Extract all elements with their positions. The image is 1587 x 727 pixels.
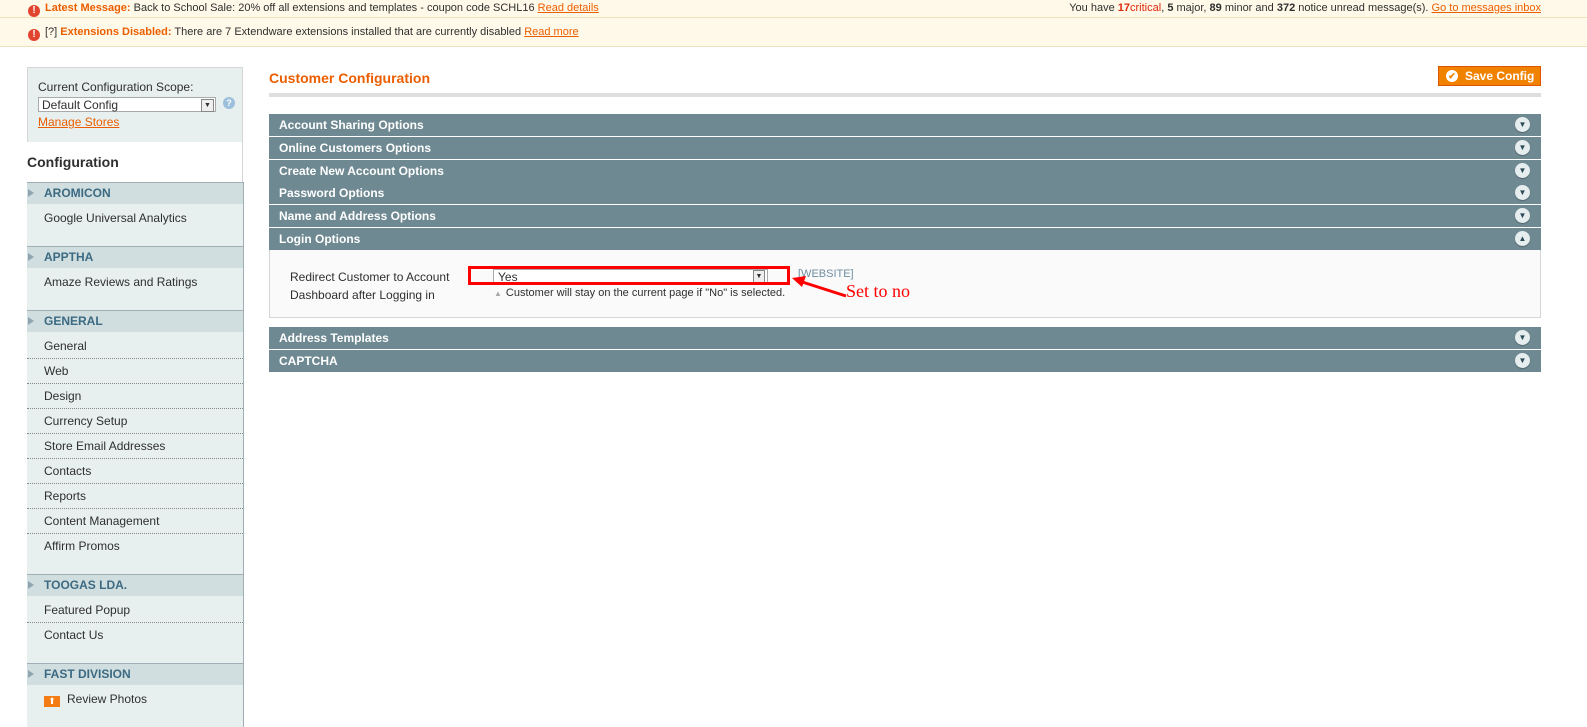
notice-count: 372 bbox=[1276, 2, 1296, 14]
sidebar-group-toogas[interactable]: TOOGAS LDA. bbox=[27, 574, 243, 596]
alert-icon: ! bbox=[28, 29, 40, 41]
collapse-icon[interactable]: ▲ bbox=[1515, 231, 1530, 246]
redirect-field-label: Redirect Customer to Account Dashboard a… bbox=[290, 270, 450, 302]
expand-icon[interactable]: ▼ bbox=[1515, 140, 1530, 155]
sidebar-group: FAST DIVISION ⬆ Review Photos bbox=[27, 663, 243, 727]
sidebar-item[interactable]: Design bbox=[27, 384, 243, 409]
major-count: 5 bbox=[1167, 2, 1174, 14]
read-more-link[interactable]: Read more bbox=[524, 26, 578, 38]
save-config-button[interactable]: ✔ Save Config bbox=[1438, 66, 1541, 86]
minor-count: 89 bbox=[1209, 2, 1222, 14]
sidebar-item[interactable]: Content Management bbox=[27, 509, 243, 534]
sidebar-group: TOOGAS LDA. Featured Popup Contact Us bbox=[27, 574, 243, 663]
latest-message-label: Latest Message: bbox=[45, 2, 131, 14]
sidebar-title: Configuration bbox=[27, 142, 243, 182]
section-online-customers[interactable]: Online Customers Options ▼ bbox=[269, 137, 1541, 159]
messages-inbox-link[interactable]: Go to messages inbox bbox=[1432, 2, 1541, 14]
section-create-account[interactable]: Create New Account Options ▼ bbox=[269, 160, 1541, 182]
sidebar-item[interactable]: Affirm Promos bbox=[27, 534, 243, 558]
scope-select[interactable]: Default Config ▼ bbox=[38, 97, 216, 112]
extensions-disabled-label: Extensions Disabled: bbox=[60, 26, 172, 38]
sidebar-group-aromicon[interactable]: AROMICON bbox=[27, 182, 243, 204]
help-icon[interactable]: ? bbox=[223, 97, 235, 109]
field-note: ▲ Customer will stay on the current page … bbox=[494, 287, 786, 299]
alert-icon: ! bbox=[28, 5, 40, 17]
help-marker[interactable]: [?] bbox=[45, 26, 57, 38]
sidebar-group: APPTHA Amaze Reviews and Ratings bbox=[27, 246, 243, 310]
extensions-disabled-bar: ! [?] Extensions Disabled: There are 7 Ex… bbox=[0, 18, 1587, 47]
expand-icon[interactable]: ▼ bbox=[1515, 185, 1530, 200]
section-address-templates[interactable]: Address Templates ▼ bbox=[269, 327, 1541, 349]
expand-icon[interactable]: ▼ bbox=[1515, 208, 1530, 223]
upload-photo-icon: ⬆ bbox=[44, 696, 60, 707]
section-password[interactable]: Password Options ▼ bbox=[269, 182, 1541, 204]
section-account-sharing[interactable]: Account Sharing Options ▼ bbox=[269, 114, 1541, 136]
read-details-link[interactable]: Read details bbox=[538, 2, 599, 14]
section-captcha[interactable]: CAPTCHA ▼ bbox=[269, 350, 1541, 372]
sidebar-item[interactable]: Contact Us bbox=[27, 623, 243, 647]
sidebar-group-general[interactable]: GENERAL bbox=[27, 310, 243, 332]
latest-message-text: Back to School Sale: 20% off all extensi… bbox=[133, 2, 535, 14]
sidebar-item[interactable]: Contacts bbox=[27, 459, 243, 484]
sidebar-item[interactable]: Web bbox=[27, 359, 243, 384]
latest-message-bar: ! Latest Message: Back to School Sale: 20… bbox=[0, 0, 1587, 18]
sidebar-item[interactable]: Google Universal Analytics bbox=[27, 206, 243, 230]
sidebar-item[interactable]: Reports bbox=[27, 484, 243, 509]
sidebar-group-fast-division[interactable]: FAST DIVISION bbox=[27, 663, 243, 685]
sidebar-item[interactable]: Store Email Addresses bbox=[27, 434, 243, 459]
annotation-text: Set to no bbox=[846, 281, 911, 301]
check-icon: ✔ bbox=[1446, 70, 1458, 82]
sidebar-item[interactable]: ⬆ Review Photos bbox=[27, 687, 243, 711]
expand-icon[interactable]: ▼ bbox=[1515, 353, 1530, 368]
note-triangle-icon: ▲ bbox=[494, 289, 502, 298]
messages-summary: You have 17critical, 5 major, 89 minor a… bbox=[1069, 2, 1541, 14]
sidebar-group: AROMICON Google Universal Analytics bbox=[27, 182, 243, 246]
section-name-address[interactable]: Name and Address Options ▼ bbox=[269, 205, 1541, 227]
title-divider bbox=[269, 93, 1541, 97]
chevron-down-icon: ▼ bbox=[201, 99, 214, 112]
sidebar-item[interactable]: Featured Popup bbox=[27, 598, 243, 623]
expand-icon[interactable]: ▼ bbox=[1515, 117, 1530, 132]
page-title: Customer Configuration bbox=[269, 70, 430, 86]
sidebar-item[interactable]: General bbox=[27, 334, 243, 359]
expand-icon[interactable]: ▼ bbox=[1515, 330, 1530, 345]
extensions-disabled-text: There are 7 Extendware extensions instal… bbox=[174, 26, 522, 38]
sidebar-group-apptha[interactable]: APPTHA bbox=[27, 246, 243, 268]
annotation-arrow-icon bbox=[792, 276, 847, 298]
scope-label: Current Configuration Scope: bbox=[38, 80, 194, 94]
config-sidebar: AROMICON Google Universal Analytics APPT… bbox=[27, 182, 244, 727]
critical-count: 17 bbox=[1117, 2, 1131, 14]
sidebar-item[interactable]: Currency Setup bbox=[27, 409, 243, 434]
sidebar-item[interactable]: Amaze Reviews and Ratings bbox=[27, 270, 243, 294]
section-login-options[interactable]: Login Options ▲ bbox=[269, 228, 1541, 250]
annotation-highlight-box bbox=[468, 266, 790, 285]
expand-icon[interactable]: ▼ bbox=[1515, 163, 1530, 178]
sidebar-group: GENERAL General Web Design Currency Setu… bbox=[27, 310, 243, 574]
manage-stores-link[interactable]: Manage Stores bbox=[38, 115, 232, 129]
